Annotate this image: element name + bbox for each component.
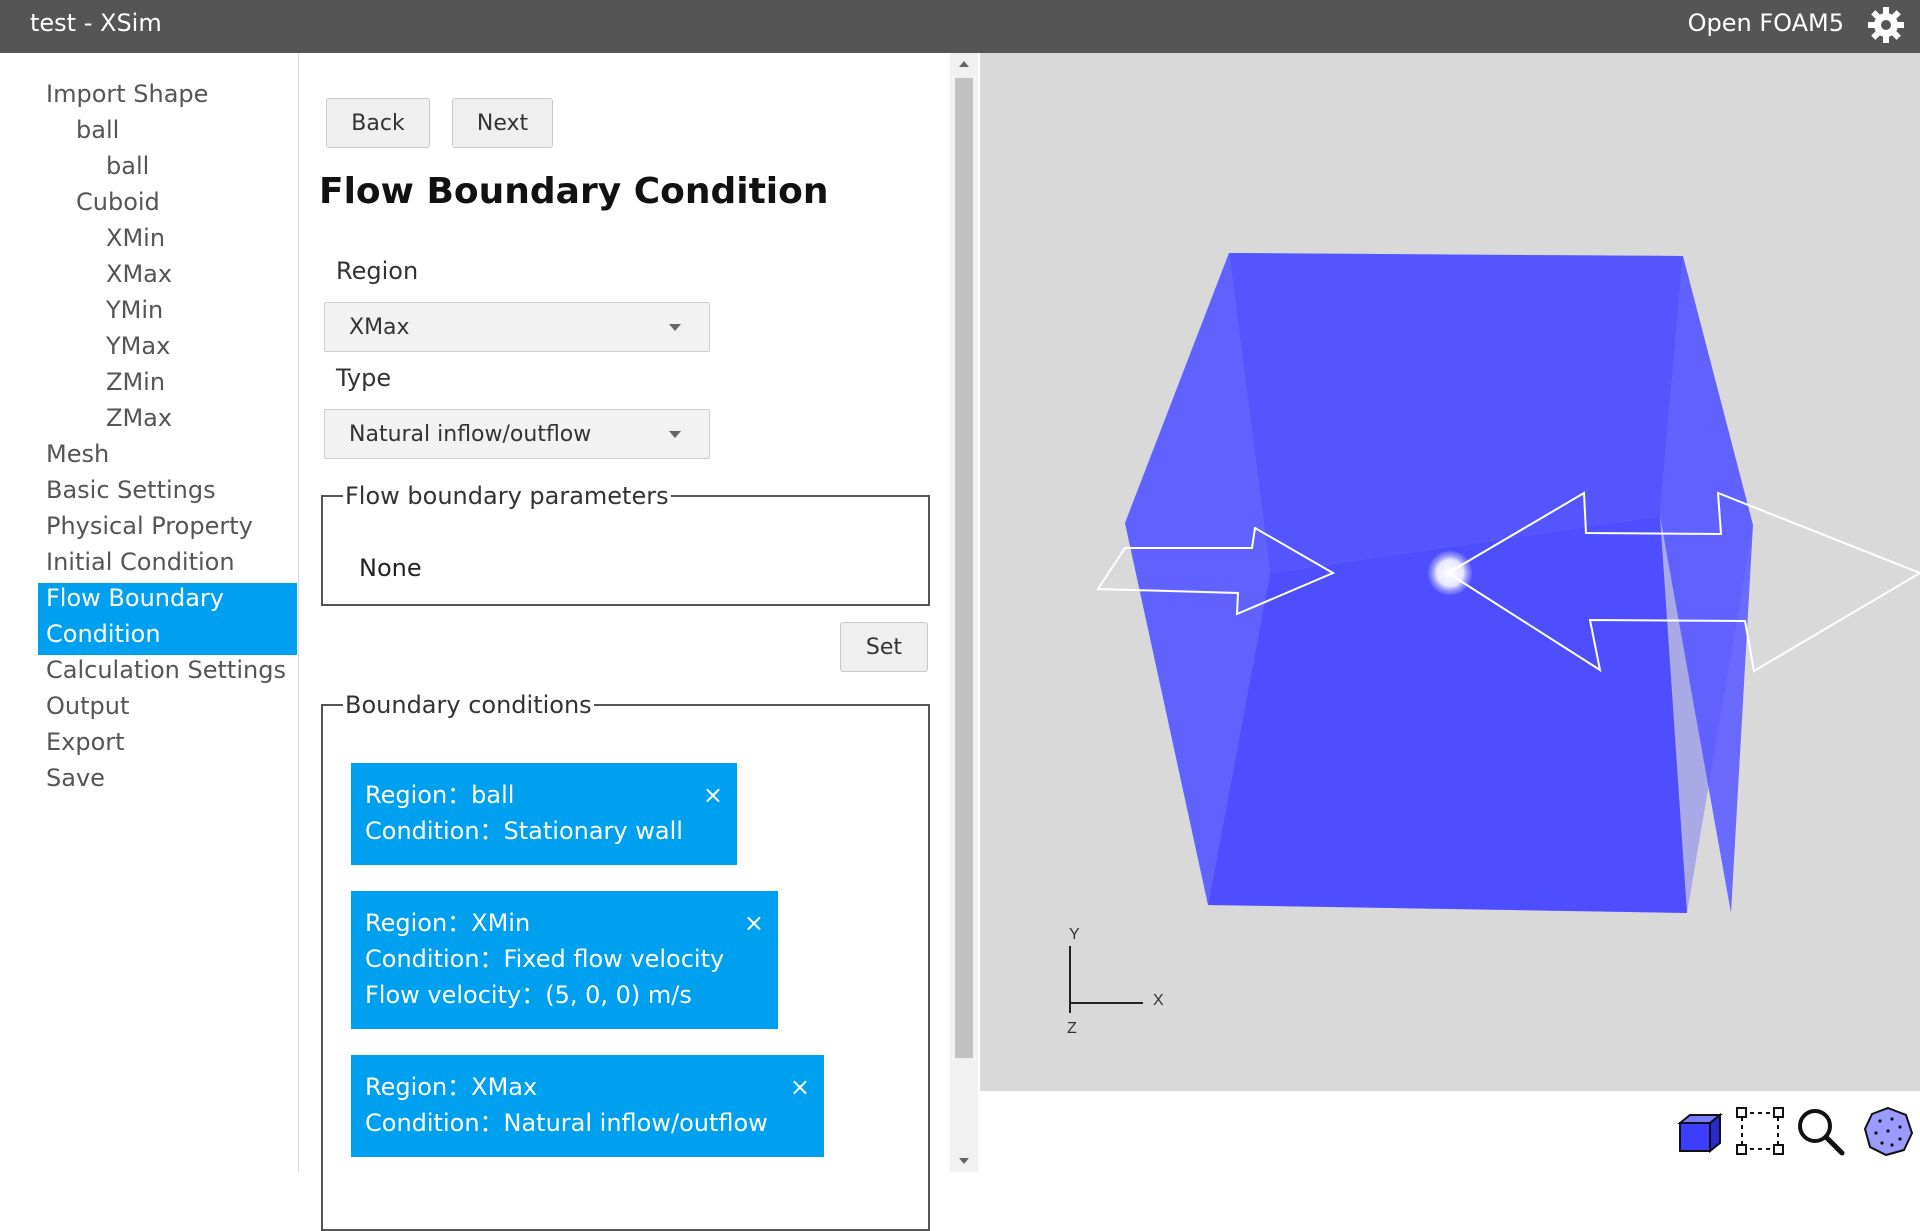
- flow-parameters-legend: Flow boundary parameters: [345, 482, 669, 510]
- sidebar-item-flow-boundary-label-2[interactable]: Condition: [46, 616, 161, 652]
- sidebar-item-physical-property[interactable]: Physical Property: [46, 508, 253, 544]
- close-icon[interactable]: ×: [744, 905, 764, 941]
- sidebar-item-calculation-settings[interactable]: Calculation Settings: [46, 652, 286, 688]
- sidebar-item-ball-face[interactable]: ball: [106, 148, 149, 184]
- sidebar-item-xmax[interactable]: XMax: [106, 256, 172, 292]
- sidebar-item-zmax[interactable]: ZMax: [106, 400, 172, 436]
- flow-parameters-value: None: [359, 554, 422, 582]
- viewport-toolbar: [980, 1091, 1920, 1172]
- title-bar: test - XSim Open FOAM5: [0, 0, 1920, 53]
- condition-type: Condition：Fixed flow velocity: [365, 945, 725, 973]
- region-label: Region: [336, 257, 419, 285]
- sidebar-item-initial-condition[interactable]: Initial Condition: [46, 544, 235, 580]
- sidebar-item-output[interactable]: Output: [46, 688, 129, 724]
- sidebar-item-xmin[interactable]: XMin: [106, 220, 165, 256]
- ball-shape: [1428, 551, 1472, 595]
- box-select-icon[interactable]: [1734, 1105, 1786, 1157]
- sidebar-item-flow-boundary-label-1[interactable]: Flow Boundary: [46, 580, 224, 616]
- sidebar-item-save[interactable]: Save: [46, 760, 105, 796]
- condition-region: Region：XMin: [365, 909, 531, 937]
- type-select[interactable]: Natural inflow/outflow: [324, 409, 710, 459]
- condition-type: Condition：Stationary wall: [365, 817, 683, 845]
- type-select-value: Natural inflow/outflow: [349, 421, 592, 447]
- boundary-conditions-legend: Boundary conditions: [345, 691, 592, 719]
- condition-card-xmin: Region：XMin Condition：Fixed flow velocit…: [351, 891, 778, 1029]
- sidebar-item-cuboid[interactable]: Cuboid: [76, 184, 160, 220]
- 3d-viewport[interactable]: Y X Z: [980, 53, 1920, 1091]
- form-scrollbar[interactable]: [950, 53, 978, 1172]
- sidebar-item-export[interactable]: Export: [46, 724, 125, 760]
- condition-region: Region：XMax: [365, 1073, 538, 1101]
- scrollbar-thumb[interactable]: [955, 78, 973, 1058]
- axis-x-label: X: [1153, 992, 1164, 1009]
- condition-card-ball: Region：ball Condition：Stationary wall ×: [351, 763, 737, 865]
- condition-card-xmax: Region：XMax Condition：Natural inflow/out…: [351, 1055, 824, 1157]
- region-select-value: XMax: [349, 314, 410, 340]
- sidebar-item-import-shape[interactable]: Import Shape: [46, 76, 208, 112]
- boundary-conditions-group: Boundary conditions Region：ball Conditio…: [321, 691, 930, 1231]
- solver-label: Open FOAM5: [1687, 9, 1844, 37]
- set-button[interactable]: Set: [840, 622, 928, 672]
- condition-velocity: Flow velocity：(5, 0, 0) m/s: [365, 981, 692, 1009]
- mesh-sphere-icon[interactable]: [1862, 1105, 1914, 1157]
- condition-region: Region：ball: [365, 781, 515, 809]
- next-button[interactable]: Next: [452, 98, 553, 148]
- cube-view-icon[interactable]: [1674, 1105, 1726, 1157]
- close-icon[interactable]: ×: [703, 777, 723, 813]
- chevron-down-icon: [669, 324, 681, 331]
- sidebar-item-ball[interactable]: ball: [76, 112, 119, 148]
- back-button[interactable]: Back: [326, 98, 430, 148]
- scroll-up-icon[interactable]: [959, 61, 969, 67]
- sidebar-item-zmin[interactable]: ZMin: [106, 364, 165, 400]
- close-icon[interactable]: ×: [790, 1069, 810, 1105]
- app-title: test - XSim: [30, 9, 162, 37]
- flow-parameters-group: Flow boundary parameters None: [321, 482, 930, 606]
- region-select[interactable]: XMax: [324, 302, 710, 352]
- type-label: Type: [336, 364, 392, 392]
- page-title: Flow Boundary Condition: [319, 171, 829, 212]
- scene-canvas[interactable]: Y X Z: [980, 53, 1920, 1091]
- zoom-icon[interactable]: [1794, 1105, 1846, 1157]
- form-panel: Back Next Flow Boundary Condition Region…: [300, 53, 950, 1231]
- condition-type: Condition：Natural inflow/outflow: [365, 1109, 768, 1137]
- sidebar-item-ymin[interactable]: YMin: [106, 292, 163, 328]
- axis-z-label: Z: [1067, 1020, 1077, 1037]
- gear-icon[interactable]: [1866, 5, 1906, 45]
- sidebar-nav: Import Shape ball ball Cuboid XMin XMax …: [0, 53, 299, 1172]
- sidebar-item-basic-settings[interactable]: Basic Settings: [46, 472, 216, 508]
- axis-y-label: Y: [1069, 926, 1080, 943]
- sidebar-item-mesh[interactable]: Mesh: [46, 436, 109, 472]
- chevron-down-icon: [669, 431, 681, 438]
- scroll-down-icon[interactable]: [959, 1158, 969, 1164]
- sidebar-item-ymax[interactable]: YMax: [106, 328, 170, 364]
